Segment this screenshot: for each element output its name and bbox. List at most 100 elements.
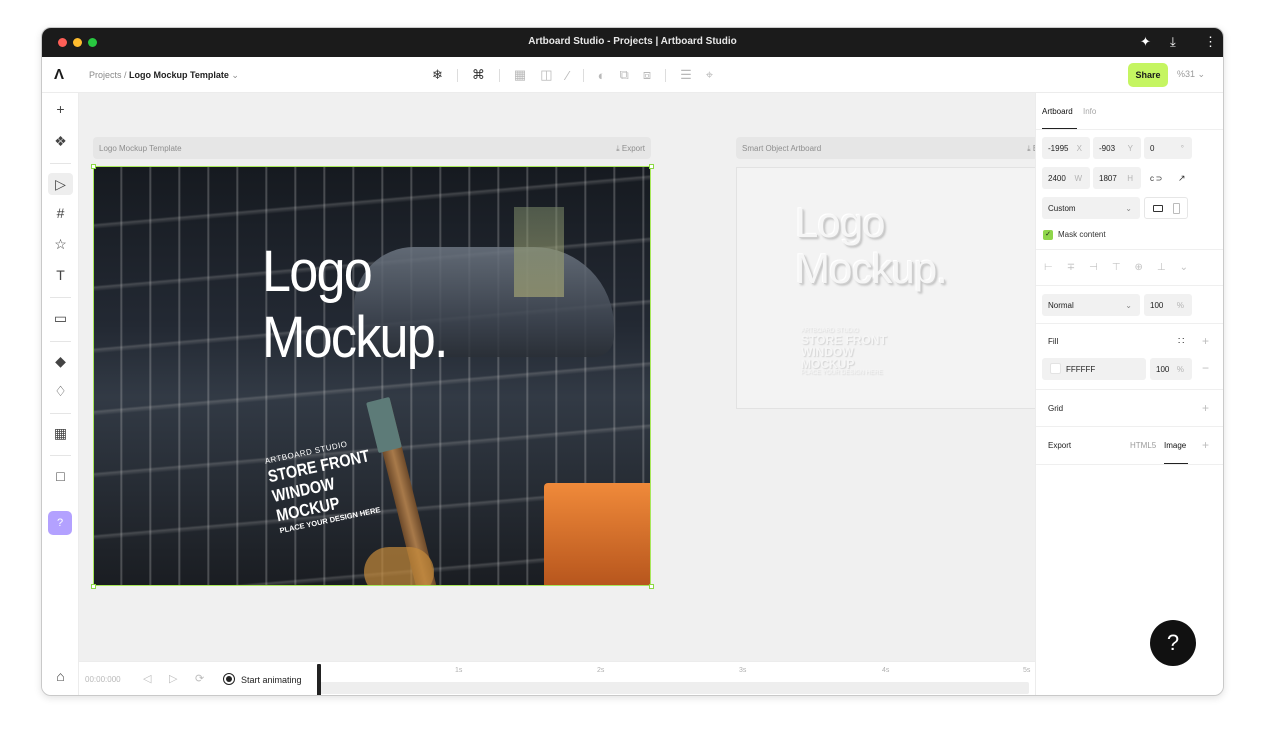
- folder-icon[interactable]: □: [42, 468, 79, 484]
- export-html5-tab[interactable]: HTML5: [1130, 441, 1156, 450]
- select-tool-icon[interactable]: ▷: [48, 173, 73, 195]
- chevron-down-icon[interactable]: ⌄: [1180, 262, 1188, 273]
- artboard-name: Smart Object Artboard: [742, 144, 822, 153]
- remove-fill-icon[interactable]: −: [1202, 361, 1209, 375]
- align-middle-icon[interactable]: ⊕: [1135, 262, 1143, 273]
- zoom-icon[interactable]: ⌖: [706, 67, 713, 83]
- component-icon[interactable]: ▭: [42, 310, 79, 327]
- add-grid-icon[interactable]: +: [1202, 401, 1209, 415]
- x-position-field[interactable]: -1995 X: [1042, 137, 1090, 159]
- chevron-down-icon[interactable]: ⌄: [231, 70, 239, 80]
- align-right-icon[interactable]: ⊣: [1089, 262, 1098, 273]
- fill-swatch[interactable]: [1050, 363, 1061, 374]
- artboard-header[interactable]: Logo Mockup Template ⤓ Export: [93, 137, 651, 159]
- opacity-field[interactable]: 100 %: [1144, 294, 1192, 316]
- extension-icon[interactable]: ✦: [1140, 34, 1151, 50]
- blend-mode-select[interactable]: Normal ⌄: [1042, 294, 1140, 316]
- text-tool-icon[interactable]: T: [42, 267, 79, 283]
- fill-opacity-value: 100: [1156, 365, 1170, 374]
- pen-tool-icon[interactable]: ◆: [42, 353, 79, 370]
- shape-tool-icon[interactable]: ☆: [42, 236, 79, 253]
- mask-icon[interactable]: ◐: [598, 68, 606, 83]
- smart-object-artboard[interactable]: Logo Mockup. ARTBOARD STUDIO STORE FRONT…: [736, 167, 1062, 409]
- width-value: 2400: [1048, 174, 1066, 183]
- layers-icon[interactable]: ☰: [680, 67, 692, 83]
- more-options-icon[interactable]: ⋮: [1204, 34, 1217, 50]
- timecode[interactable]: 00:00:000: [85, 675, 121, 684]
- portrait-icon[interactable]: [1173, 203, 1180, 214]
- split-icon[interactable]: ◫: [540, 67, 552, 83]
- start-animating-button[interactable]: Start animating: [241, 675, 302, 685]
- collapse-timeline-icon[interactable]: ⌂: [42, 668, 79, 684]
- window-title: Artboard Studio - Projects | Artboard St…: [528, 36, 737, 47]
- union-icon[interactable]: ⧉: [620, 67, 629, 83]
- divider: [1036, 389, 1223, 390]
- record-icon[interactable]: [223, 673, 235, 685]
- height-field[interactable]: 1807 H: [1093, 167, 1141, 189]
- timeline-ruler[interactable]: 1s 2s 3s 4s 5s: [317, 662, 1032, 695]
- fill-color-field[interactable]: FFFFFF: [1042, 358, 1146, 380]
- resize-handle[interactable]: [91, 164, 96, 169]
- align-center-icon[interactable]: ∓: [1067, 262, 1075, 273]
- command-icon[interactable]: ⌘: [472, 67, 485, 83]
- magic-wand-icon[interactable]: ⁄: [567, 68, 569, 83]
- add-fill-icon[interactable]: +: [1202, 334, 1209, 348]
- tick-label: 2s: [597, 667, 605, 674]
- loop-icon[interactable]: ⟳: [195, 672, 204, 685]
- canvas[interactable]: Logo Mockup Template ⤓ Export Logo Mocku…: [79, 93, 1062, 661]
- breadcrumb-current-project[interactable]: Logo Mockup Template: [129, 70, 229, 80]
- timeline-track[interactable]: [317, 682, 1029, 694]
- align-bottom-icon[interactable]: ⊥: [1157, 262, 1166, 273]
- link-dimensions-icon[interactable]: c ⊃: [1150, 174, 1162, 183]
- app-logo-icon[interactable]: Λ: [54, 66, 64, 83]
- y-position-field[interactable]: -903 Y: [1093, 137, 1141, 159]
- align-top-icon[interactable]: ⊤: [1112, 262, 1121, 273]
- share-button[interactable]: Share: [1128, 63, 1168, 87]
- add-export-icon[interactable]: +: [1202, 438, 1209, 452]
- frame-tool-icon[interactable]: #: [42, 205, 79, 221]
- mockup-artboard[interactable]: Logo Mockup. ARTBOARD STUDIO STORE FRONT…: [93, 166, 651, 586]
- fill-opacity-field[interactable]: 100 %: [1150, 358, 1192, 380]
- orientation-toggle[interactable]: [1144, 197, 1188, 219]
- help-icon[interactable]: ?: [48, 511, 72, 535]
- add-icon[interactable]: +: [42, 101, 79, 117]
- preset-select[interactable]: Custom ⌄: [1042, 197, 1140, 219]
- download-icon[interactable]: ⤓: [1170, 34, 1176, 50]
- divider: [1036, 464, 1223, 465]
- layers-icon[interactable]: ❖: [42, 133, 79, 150]
- fill-styles-icon[interactable]: ∷: [1178, 336, 1184, 347]
- tab-artboard[interactable]: Artboard: [1042, 107, 1073, 116]
- landscape-icon[interactable]: [1153, 205, 1163, 212]
- pencil-tool-icon[interactable]: ♢: [42, 383, 79, 400]
- resize-handle[interactable]: [91, 584, 96, 589]
- artboard-export-button[interactable]: ⤓ Export: [616, 144, 645, 154]
- zoom-value: %31: [1177, 69, 1196, 79]
- width-unit: W: [1074, 174, 1082, 183]
- resize-handle[interactable]: [649, 584, 654, 589]
- previous-frame-icon[interactable]: ◁: [143, 672, 151, 685]
- artboard-header[interactable]: Smart Object Artboard ⤓ Export: [736, 137, 1062, 159]
- tick-label: 4s: [882, 667, 890, 674]
- expand-icon[interactable]: ↗: [1178, 173, 1186, 184]
- blend-value: Normal: [1048, 301, 1074, 310]
- snowflake-icon[interactable]: ❄: [432, 67, 443, 83]
- smart-headline-line-2: Mockup.: [795, 245, 948, 292]
- help-button[interactable]: ?: [1150, 620, 1196, 666]
- mask-content-checkbox[interactable]: ✓: [1043, 230, 1053, 240]
- export-image-tab[interactable]: Image: [1164, 441, 1186, 450]
- zoom-select[interactable]: %31 ⌄: [1177, 69, 1205, 80]
- breadcrumb-projects-link[interactable]: Projects /: [89, 70, 127, 80]
- subtract-icon[interactable]: ⧈: [643, 67, 651, 83]
- grid-icon[interactable]: ▦: [514, 67, 526, 83]
- mockup-headline[interactable]: Logo Mockup.: [262, 239, 448, 371]
- play-icon[interactable]: ▷: [169, 672, 177, 685]
- align-left-icon[interactable]: ⊢: [1044, 262, 1053, 273]
- width-field[interactable]: 2400 W: [1042, 167, 1090, 189]
- breadcrumb: Projects / Logo Mockup Template ⌄: [89, 70, 239, 81]
- mockup-subtext[interactable]: ARTBOARD STUDIO STORE FRONT WINDOW MOCKU…: [264, 432, 400, 535]
- resize-handle[interactable]: [649, 164, 654, 169]
- playhead[interactable]: [317, 664, 321, 695]
- rotation-field[interactable]: 0 °: [1144, 137, 1192, 159]
- tab-info[interactable]: Info: [1083, 107, 1096, 116]
- table-icon[interactable]: ▦: [42, 425, 79, 442]
